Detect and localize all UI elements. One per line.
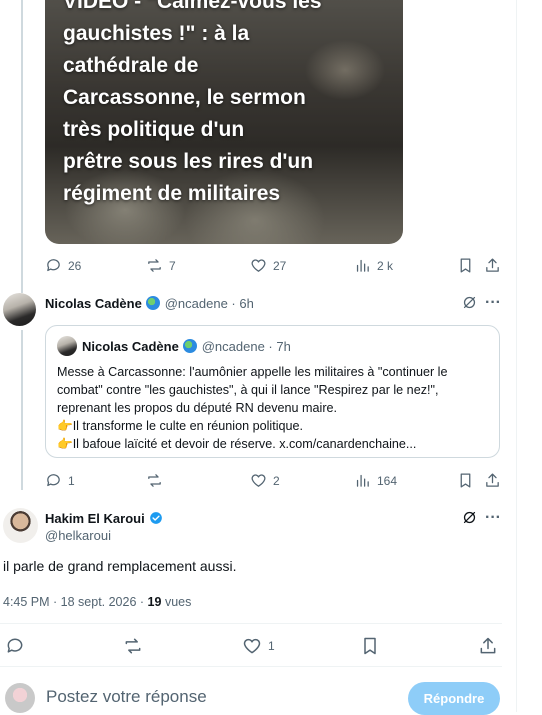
share-icon [486, 473, 499, 487]
column-divider [516, 0, 517, 712]
media-caption: VIDÉO - "Calmez-vous les gauchistes !" :… [63, 0, 322, 205]
like-button[interactable]: 27 [250, 257, 286, 274]
reply-input[interactable]: Postez votre réponse [46, 687, 207, 707]
analytics-icon [356, 474, 369, 487]
quote-text: Messe à Carcassonne: l'aumônier appelle … [57, 365, 448, 451]
bookmark-icon [364, 637, 376, 655]
pointing-hand-icon: 👉 [57, 419, 73, 433]
more-icon: ··· [485, 509, 501, 526]
verified-badge-icon [150, 512, 162, 524]
reply-button[interactable] [5, 636, 25, 656]
like-button[interactable]: 1 [242, 636, 275, 656]
author-name[interactable]: Hakim El Karoui [45, 511, 145, 526]
share-button[interactable] [478, 636, 498, 656]
share-icon [480, 637, 496, 654]
quoted-post[interactable]: Nicolas Cadène @ncadene · 7h Messe à Car… [45, 325, 500, 458]
media-card[interactable]: VIDÉO - "Calmez-vous les gauchistes !" :… [45, 0, 403, 244]
timestamp[interactable]: 4:45 PM · 18 sept. 2026 · [3, 595, 144, 609]
reply-post-header: Nicolas Cadène @ncadene · 6h [45, 295, 254, 313]
reply-button[interactable]: 1 [45, 472, 75, 489]
analytics-icon [356, 259, 369, 272]
avatar[interactable] [3, 293, 36, 326]
more-options-button[interactable]: ··· [485, 294, 501, 312]
pointing-hand-icon: 👉 [57, 437, 73, 451]
author-name: Nicolas Cadène [82, 339, 179, 354]
repost-button[interactable] [123, 636, 143, 656]
post-meta: 4:45 PM · 18 sept. 2026 · 19 vues [3, 595, 191, 609]
views-label: vues [164, 595, 192, 609]
divider [0, 623, 502, 624]
avatar [57, 336, 77, 356]
views-button[interactable]: 2 k [354, 257, 393, 274]
heart-icon [251, 259, 266, 272]
like-button[interactable]: 2 [250, 472, 280, 489]
reply-submit-button[interactable]: Répondre [408, 682, 500, 715]
repost-icon [125, 638, 141, 654]
more-icon: ··· [485, 294, 501, 311]
share-icon [486, 258, 499, 272]
author-handle: @ncadene · 7h [201, 339, 291, 354]
thread-line [21, 0, 23, 293]
grok-icon [463, 296, 476, 309]
author-handle[interactable]: @helkaroui [45, 528, 111, 543]
quote-header: Nicolas Cadène @ncadene · 7h [82, 338, 291, 356]
main-post-header: Hakim El Karoui [45, 510, 163, 528]
bookmark-button[interactable] [360, 636, 380, 656]
bookmark-button[interactable] [457, 257, 474, 274]
reply-icon [47, 474, 60, 487]
grok-button[interactable] [461, 294, 478, 311]
views-button[interactable]: 164 [354, 472, 397, 489]
heart-icon [251, 474, 266, 487]
repost-icon [148, 259, 161, 272]
thread-line [21, 330, 23, 490]
reply-icon [7, 638, 23, 653]
repost-button[interactable] [146, 472, 169, 489]
globe-icon [183, 339, 198, 353]
repost-button[interactable]: 7 [146, 257, 176, 274]
reply-icon [47, 259, 60, 272]
author-handle[interactable]: @ncadene · 6h [165, 296, 254, 311]
views-count: 19 [147, 595, 162, 609]
bookmark-icon [460, 473, 471, 488]
grok-icon [463, 511, 476, 524]
bookmark-button[interactable] [457, 472, 474, 489]
heart-icon [243, 638, 261, 654]
avatar [5, 683, 35, 713]
post-text: il parle de grand remplacement aussi. [3, 558, 237, 574]
reply-button[interactable]: 26 [45, 257, 81, 274]
divider [0, 666, 502, 667]
more-options-button[interactable]: ··· [485, 509, 501, 527]
bookmark-icon [460, 258, 471, 273]
avatar[interactable] [3, 508, 38, 543]
repost-icon [148, 474, 161, 487]
share-button[interactable] [484, 257, 501, 274]
grok-button[interactable] [461, 509, 478, 526]
author-name[interactable]: Nicolas Cadène [45, 296, 142, 311]
share-button[interactable] [484, 472, 501, 489]
globe-icon [146, 296, 161, 310]
